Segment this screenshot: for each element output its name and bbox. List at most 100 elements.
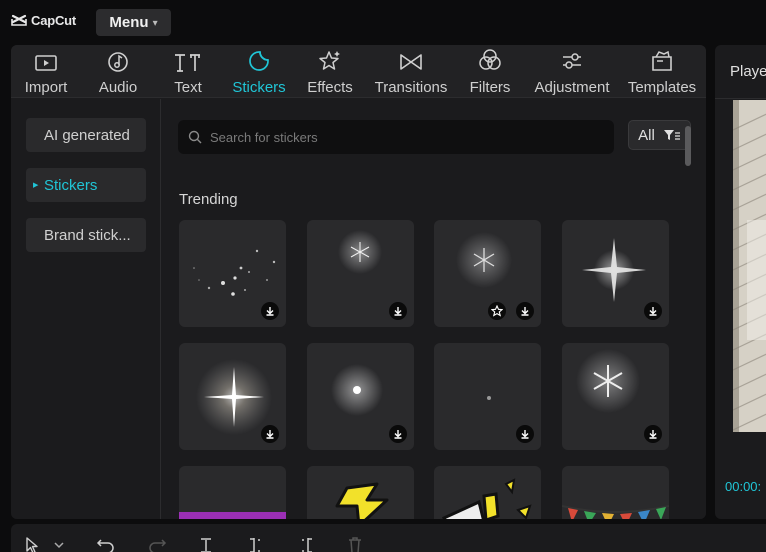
tab-label: Audio [98,79,138,96]
sticker-tile[interactable] [562,343,669,450]
chevron-down-icon [54,542,64,549]
adjustment-icon [563,53,581,69]
download-icon [394,307,402,316]
select-tool-button[interactable] [24,536,40,552]
sticker-tile[interactable] [434,343,541,450]
divider [715,98,766,99]
import-icon [35,55,57,71]
download-button[interactable] [261,425,279,443]
player-title: Player [730,63,766,80]
menu-button[interactable]: Menu ▾ [96,9,171,36]
tab-label: Import [24,79,68,96]
tab-audio[interactable]: Audio [93,45,143,98]
timeline-toolbar [11,524,766,552]
download-icon [649,430,657,439]
split-right-button[interactable] [297,536,315,552]
tab-bar: Import Audio Text Stickers Effects Trans… [11,45,706,98]
effects-icon [319,51,340,70]
audio-icon [108,52,128,72]
download-button[interactable] [261,302,279,320]
select-pointer-icon [26,537,38,552]
sticker-tile[interactable] [179,343,286,450]
sidebar-item-ai-generated[interactable]: AI generated [26,118,146,152]
filter-icon [663,130,680,140]
tab-label: Text [174,79,202,96]
player-panel: Player 00:00: [715,45,766,519]
split-right-icon [302,538,312,552]
menu-label: Menu [109,14,149,31]
undo-icon [96,539,114,552]
tab-templates[interactable]: Templates [625,45,699,98]
sticker-tile[interactable] [179,220,286,327]
sidebar-item-label: Brand stick... [44,226,131,244]
search-icon [188,130,202,144]
tab-import[interactable]: Import [17,45,75,98]
video-preview[interactable] [733,100,766,432]
split-icon [201,538,211,552]
download-button[interactable] [389,425,407,443]
app-brand: CapCut [11,12,76,28]
tab-text[interactable]: Text [169,45,207,98]
download-button[interactable] [516,302,534,320]
undo-button[interactable] [96,536,116,552]
tab-stickers[interactable]: Stickers [229,45,289,98]
app-name: CapCut [31,12,77,28]
tab-label: Effects [307,79,353,96]
templates-icon [652,50,672,71]
sidebar-item-label: AI generated [44,126,130,144]
download-button[interactable] [516,425,534,443]
scrollbar-thumb[interactable] [685,126,691,166]
bunting-flags-sticker [562,505,669,519]
split-left-button[interactable] [247,536,265,552]
search-box[interactable] [178,120,614,154]
transitions-icon [400,54,422,70]
delete-icon [349,537,361,552]
filter-button[interactable]: All [628,120,691,150]
delete-button[interactable] [347,536,363,552]
tab-filters[interactable]: Filters [466,45,514,98]
chevron-down-icon: ▾ [152,17,158,29]
sticker-tile[interactable] [434,466,541,519]
sidebar-item-label: Stickers [44,176,98,194]
select-mode-dropdown[interactable] [53,536,65,552]
sticker-tile[interactable] [434,220,541,327]
redo-button[interactable] [147,536,167,552]
purple-banner-sticker [179,512,286,519]
tab-transitions[interactable]: Transitions [371,45,451,98]
tab-adjustment[interactable]: Adjustment [531,45,613,98]
download-button[interactable] [389,302,407,320]
download-icon [266,430,274,439]
tab-effects[interactable]: Effects [305,45,355,98]
sticker-tile[interactable] [562,220,669,327]
sticker-tile[interactable] [562,466,669,519]
download-icon [649,307,657,316]
megaphone-sticker [441,478,532,519]
tab-label: Templates [627,79,697,96]
sticker-tile[interactable] [307,466,414,519]
sidebar-item-brand-stickers[interactable]: Brand stick... [26,218,146,252]
title-bar: CapCut Menu ▾ [0,0,766,44]
sticker-tile[interactable] [307,220,414,327]
yellow-lightning-sticker [335,482,389,519]
tab-label: Stickers [232,79,286,96]
split-button[interactable] [197,536,215,552]
tab-label: Transitions [374,79,448,96]
download-icon [521,430,529,439]
caret-right-icon: ▶ [33,182,39,189]
search-input[interactable] [210,129,590,145]
favorite-button[interactable] [488,302,506,320]
filter-label: All [638,126,655,144]
filters-icon [479,49,501,70]
preview-frame [733,100,766,432]
redo-icon [149,539,167,552]
star-icon [491,305,503,317]
sticker-tile[interactable] [307,343,414,450]
sticker-category-nav: AI generated ▶ Stickers Brand stick... [11,99,161,519]
download-icon [266,307,274,316]
timecode: 00:00: [725,479,762,494]
download-icon [521,307,529,316]
download-button[interactable] [644,302,662,320]
sticker-tile[interactable] [179,466,286,519]
download-button[interactable] [644,425,662,443]
sidebar-item-stickers[interactable]: ▶ Stickers [26,168,146,202]
